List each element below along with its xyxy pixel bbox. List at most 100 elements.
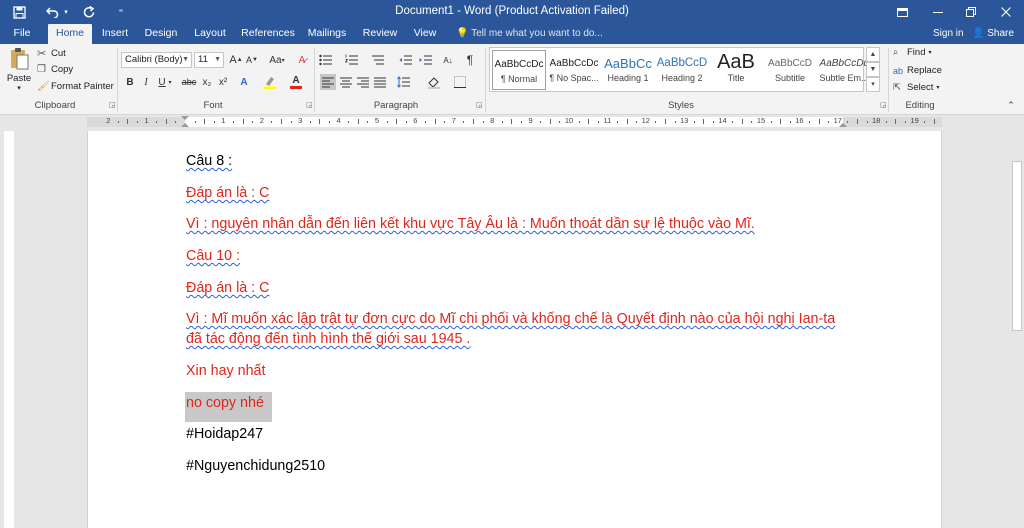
format-painter-button[interactable]: 🖌 Format Painter xyxy=(37,81,114,92)
share-button[interactable]: 👤 Share xyxy=(972,24,1014,44)
right-indent-marker[interactable] xyxy=(839,123,847,127)
font-launcher-icon[interactable]: ◲ xyxy=(306,101,313,109)
gallery-scroll-down-icon[interactable]: ▼ xyxy=(866,62,880,77)
doc-paragraph[interactable]: #Nguyenchidung2510 xyxy=(186,456,325,476)
italic-button[interactable]: I xyxy=(138,74,154,90)
style-heading-1[interactable]: AaBbCc Heading 1 xyxy=(601,50,655,90)
undo-dropdown-icon[interactable]: ▾ xyxy=(62,3,70,21)
clipboard-launcher-icon[interactable]: ◲ xyxy=(109,101,116,109)
doc-paragraph[interactable]: Đáp án là : C xyxy=(186,183,269,203)
copy-label: Copy xyxy=(51,64,74,75)
shading-icon[interactable] xyxy=(426,74,442,90)
style-subtle-emphasis[interactable]: AaBbCcDc Subtle Em... xyxy=(817,50,871,90)
underline-dropdown-icon[interactable]: ▾ xyxy=(166,74,174,90)
tab-review[interactable]: Review xyxy=(360,24,400,44)
tab-view[interactable]: View xyxy=(410,24,440,44)
multilevel-list-icon[interactable] xyxy=(370,52,386,68)
strikethrough-button[interactable]: abc xyxy=(180,74,198,90)
style-no-spacing[interactable]: AaBbCcDc ¶ No Spac... xyxy=(547,50,601,90)
borders-icon[interactable] xyxy=(452,74,468,90)
doc-paragraph[interactable]: Câu 10 : xyxy=(186,246,240,266)
numbering-icon[interactable] xyxy=(344,52,360,68)
paragraph-launcher-icon[interactable]: ◲ xyxy=(476,101,483,109)
text-effects-button[interactable]: A xyxy=(236,74,252,90)
customize-qat-icon[interactable]: ⁼ xyxy=(116,3,126,21)
styles-launcher-icon[interactable]: ◲ xyxy=(880,101,887,109)
ruler-number: 7 xyxy=(451,116,456,125)
bold-button[interactable]: B xyxy=(122,74,138,90)
style-name: Title xyxy=(727,73,745,83)
tab-references[interactable]: References xyxy=(240,24,296,44)
gallery-more-icon[interactable]: ▾ xyxy=(866,77,880,92)
style-title[interactable]: AaB Title xyxy=(709,50,763,90)
line-spacing-icon[interactable] xyxy=(396,74,412,90)
redo-icon[interactable] xyxy=(80,3,98,21)
align-left-icon[interactable] xyxy=(320,74,336,90)
font-size-combo[interactable]: 11 ▼ xyxy=(194,52,224,68)
tab-mailings[interactable]: Mailings xyxy=(304,24,350,44)
hanging-indent-marker[interactable] xyxy=(181,123,189,127)
sign-in-link[interactable]: Sign in xyxy=(933,24,964,44)
find-button[interactable]: ⌕ Find ▾ xyxy=(893,47,932,58)
ruler-tick xyxy=(924,121,926,123)
style-heading-2[interactable]: AaBbCcD Heading 2 xyxy=(655,50,709,90)
horizontal-ruler[interactable]: 2 1 1 2 3 4 5 6 7 8 9 10 11 12 13 14 15 16 17 18 19 xyxy=(0,115,1024,129)
style-subtitle[interactable]: AaBbCcD Subtitle xyxy=(763,50,817,90)
vertical-scrollbar[interactable] xyxy=(1010,131,1024,528)
ribbon-display-icon[interactable] xyxy=(886,0,918,24)
paste-button[interactable]: Paste ▾ xyxy=(4,47,34,99)
style-normal[interactable]: AaBbCcDc ¶ Normal xyxy=(492,50,546,90)
font-color-button[interactable]: A xyxy=(288,74,304,90)
doc-paragraph[interactable]: Vì : nguyên nhân dẫn đến liên kết khu vự… xyxy=(186,214,755,234)
shrink-font-button[interactable]: A ▼ xyxy=(244,52,260,68)
gallery-scroll-up-icon[interactable]: ▲ xyxy=(866,47,880,62)
vertical-ruler[interactable] xyxy=(4,131,14,528)
style-sample: AaBbCcDc xyxy=(819,58,869,69)
undo-icon[interactable] xyxy=(42,3,62,21)
styles-group-label: Styles xyxy=(668,100,694,111)
tab-design[interactable]: Design xyxy=(141,24,181,44)
minimize-icon[interactable] xyxy=(922,0,954,24)
replace-button[interactable]: ab Replace xyxy=(893,65,942,76)
title-bar: ▾ ⁼ Document1 - Word (Product Activation… xyxy=(0,0,1024,24)
copy-button[interactable]: ❐ Copy xyxy=(37,64,73,75)
align-right-icon[interactable] xyxy=(355,74,371,90)
cut-button[interactable]: ✂ Cut xyxy=(37,47,66,60)
collapse-ribbon-icon[interactable]: ⌃ xyxy=(1003,97,1019,113)
doc-paragraph[interactable]: Đáp án là : C xyxy=(186,278,269,298)
font-name-combo[interactable]: Calibri (Body) ▼ xyxy=(121,52,192,68)
ruler-number: 12 xyxy=(641,116,650,125)
change-case-button[interactable]: Aa ▾ xyxy=(266,52,288,68)
clear-formatting-icon[interactable]: A̷ xyxy=(294,52,310,68)
subscript-button[interactable]: x₂ xyxy=(199,74,215,90)
paragraph-text: Xin hay nhất xyxy=(186,363,266,379)
bullets-icon[interactable] xyxy=(318,52,334,68)
show-paragraph-marks-icon[interactable]: ¶ xyxy=(462,52,478,68)
scrollbar-thumb[interactable] xyxy=(1012,161,1022,331)
tab-layout[interactable]: Layout xyxy=(190,24,230,44)
doc-paragraph[interactable]: #Hoidap247 xyxy=(186,424,263,444)
save-icon[interactable] xyxy=(8,3,30,21)
select-button[interactable]: ⇱ Select ▾ xyxy=(893,82,939,93)
doc-paragraph[interactable]: đã tác động đến tình hình thế giới sau 1… xyxy=(186,329,470,349)
superscript-button[interactable]: x² xyxy=(215,74,231,90)
justify-icon[interactable] xyxy=(372,74,388,90)
restore-icon[interactable] xyxy=(955,0,987,24)
first-line-indent-marker[interactable] xyxy=(181,116,189,120)
grow-font-button[interactable]: A ▲ xyxy=(228,52,244,68)
ruler-tick xyxy=(933,119,935,124)
doc-paragraph[interactable]: Xin hay nhất xyxy=(186,361,266,381)
highlight-color-icon[interactable] xyxy=(262,74,278,90)
tab-insert[interactable]: Insert xyxy=(98,24,132,44)
increase-indent-icon[interactable] xyxy=(418,52,434,68)
doc-paragraph[interactable]: Câu 8 : xyxy=(186,151,232,171)
doc-paragraph[interactable]: no copy nhé xyxy=(186,393,264,413)
close-icon[interactable] xyxy=(990,0,1022,24)
tab-home[interactable]: Home xyxy=(48,24,92,44)
align-center-icon[interactable] xyxy=(338,74,354,90)
doc-paragraph[interactable]: Vì : Mĩ muốn xác lập trật tự đơn cực do … xyxy=(186,309,835,329)
tell-me-box[interactable]: 💡 Tell me what you want to do... xyxy=(456,24,603,44)
sort-icon[interactable]: A↓ xyxy=(440,52,456,68)
decrease-indent-icon[interactable] xyxy=(398,52,414,68)
tab-file[interactable]: File xyxy=(6,24,38,44)
